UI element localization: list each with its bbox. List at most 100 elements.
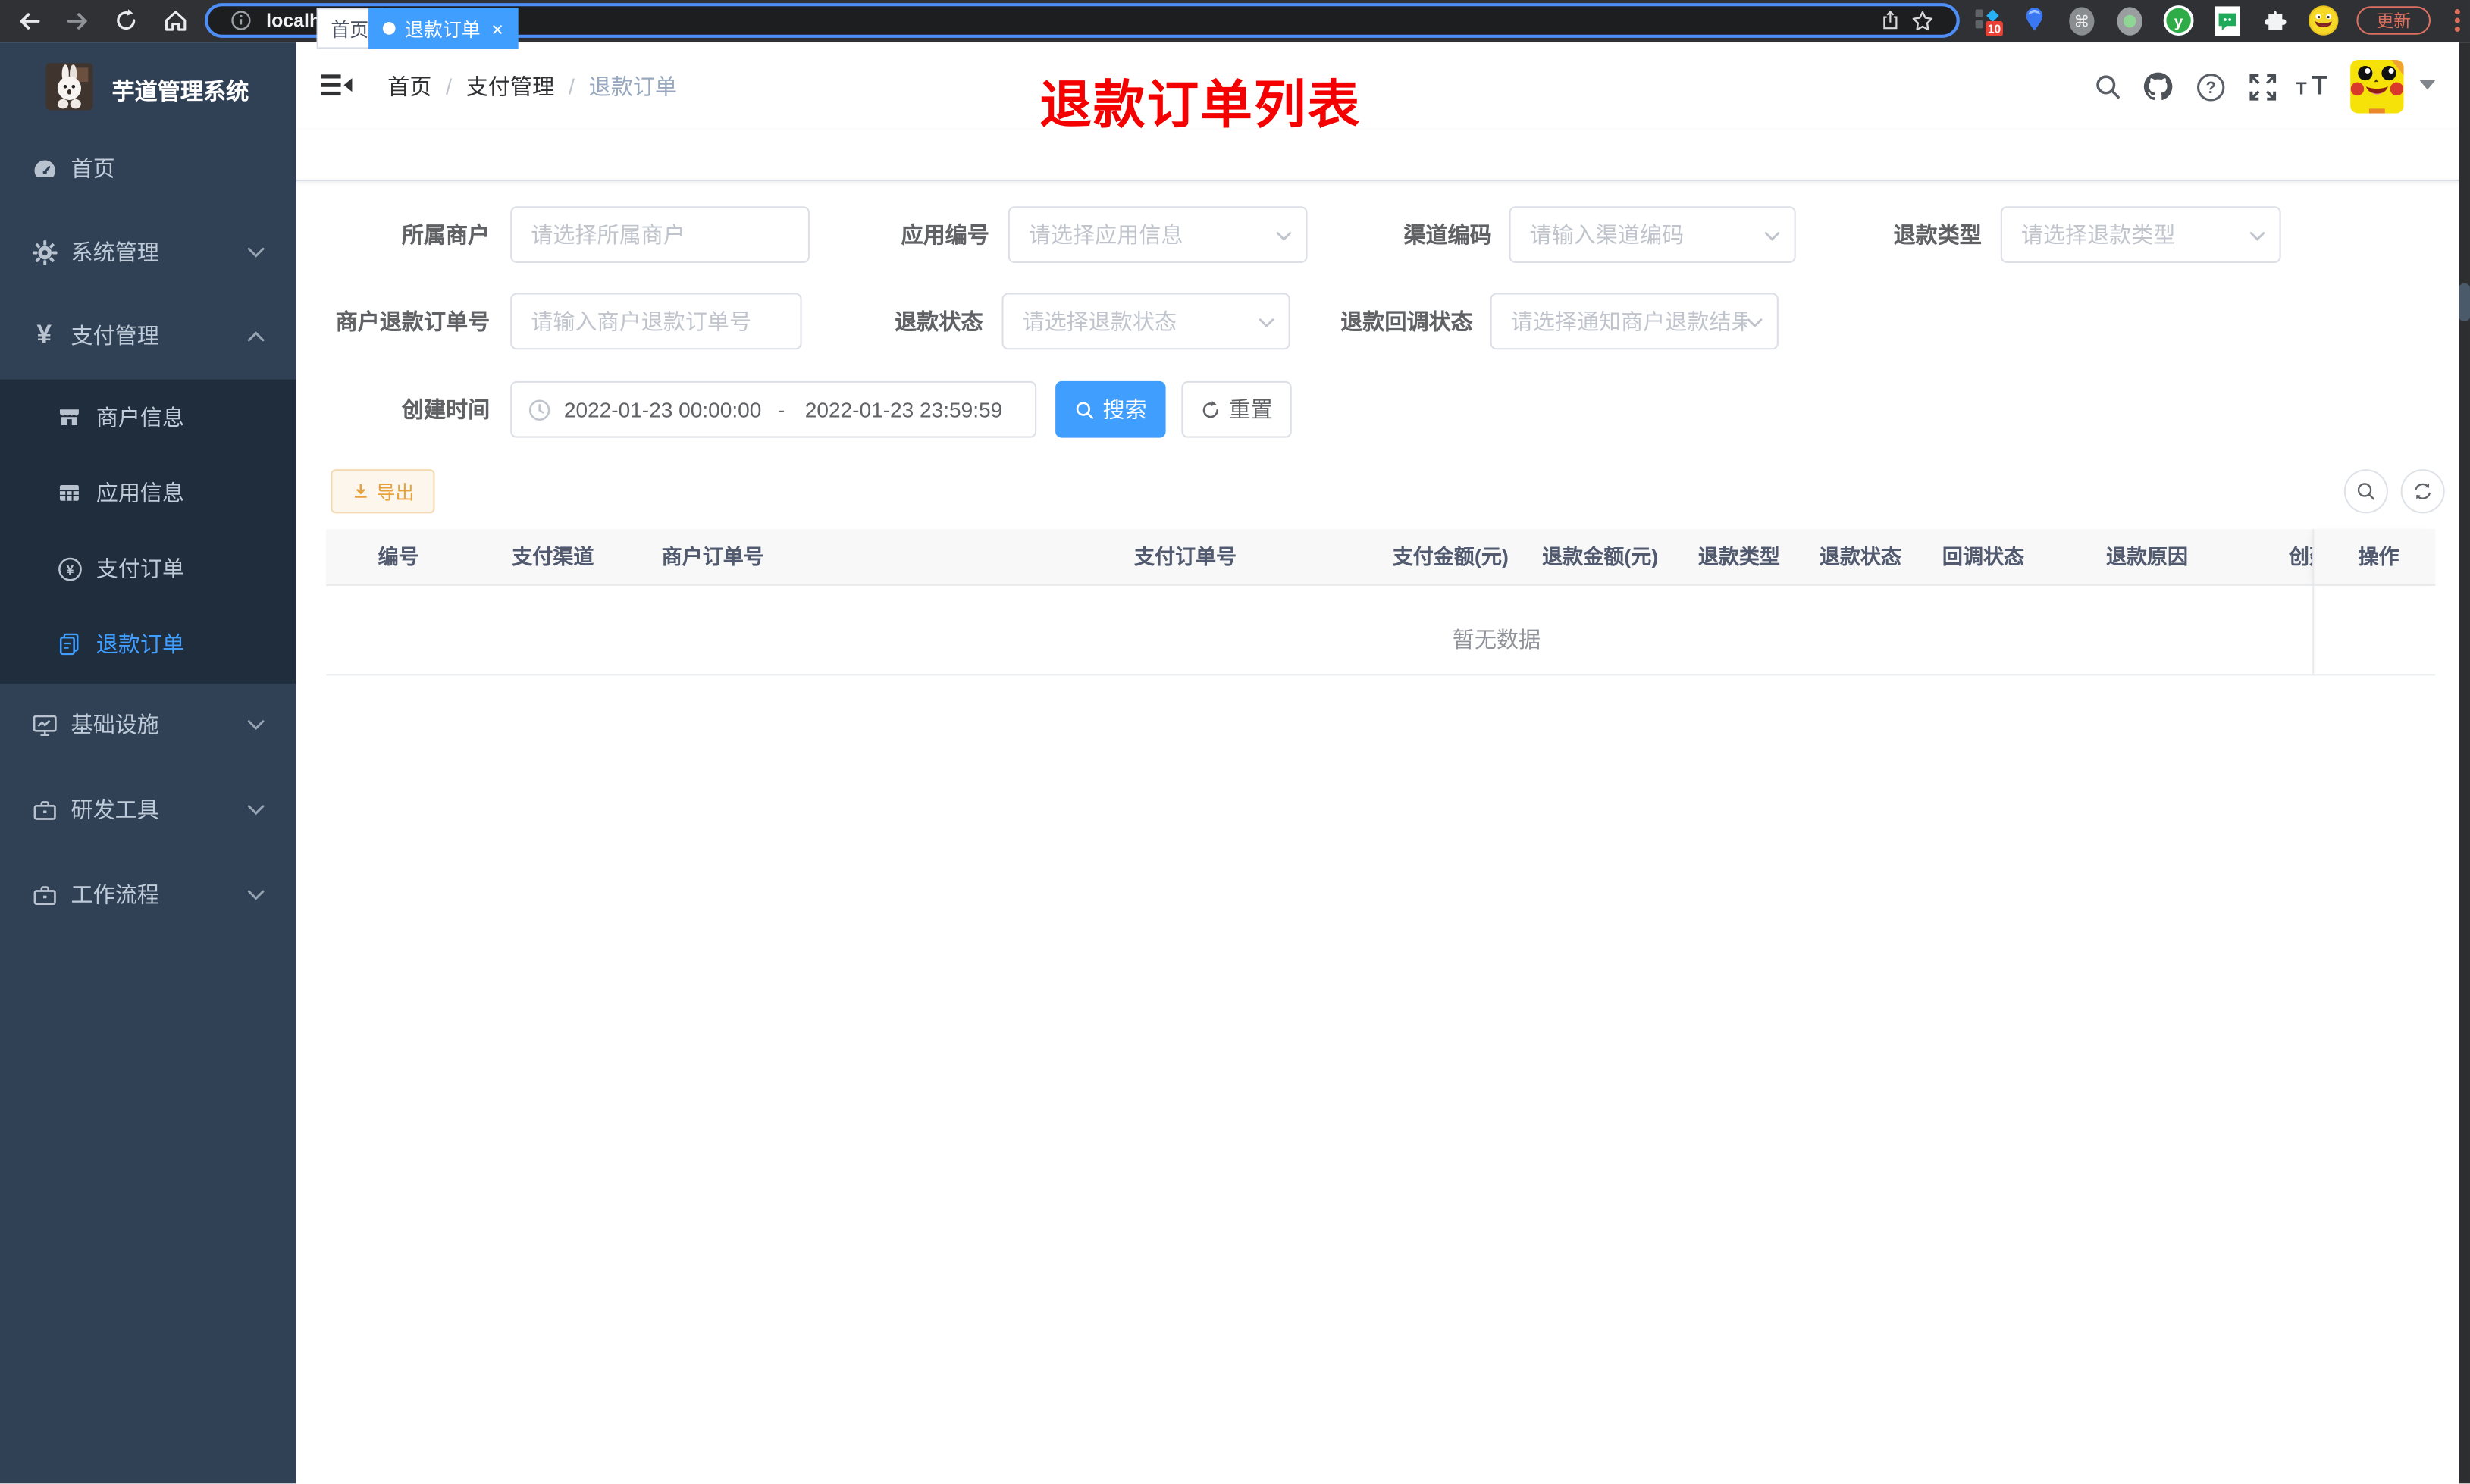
bookmark-star-icon[interactable] [1910,8,1934,32]
sidebar-item-dev-tools[interactable]: 研发工具 [0,765,296,853]
sidebar-item-infra[interactable]: 基础设施 [0,681,296,769]
tags-view-bar [296,129,2470,181]
browser-reload-button[interactable] [110,5,142,36]
chevron-down-icon [247,719,265,731]
grid-table-icon [55,479,83,507]
filter-label-merchant: 所属商户 [401,221,491,248]
header-search-button[interactable] [2090,69,2125,104]
page-title-annotation: 退款订单列表 [1039,75,1362,134]
app-logo-rabbit [45,63,93,111]
question-circle-icon: ? [2195,72,2224,102]
chevron-down-icon [247,246,265,258]
browser-forward-button[interactable] [61,5,93,36]
tab-close-icon[interactable]: × [491,18,503,39]
yen-icon: ¥ [36,319,52,350]
share-icon[interactable] [1879,9,1901,31]
extension-balloon-icon[interactable] [2018,5,2050,36]
extension-chat-icon[interactable] [2211,5,2243,36]
tab-refund-order[interactable]: 退款订单 × [368,8,518,49]
site-info-icon[interactable] [230,9,252,31]
merchant-input[interactable]: 请选择所属商户 [510,206,810,263]
sidebar-item-payment[interactable]: ¥ 支付管理 [0,291,296,379]
tab-label: 退款订单 [404,17,481,40]
user-avatar[interactable] [2350,59,2404,114]
column-header-refund-amount: 退款金额(元) [1542,544,1659,569]
kebab-menu-icon [2454,8,2460,33]
column-header-pay-order-no: 支付订单号 [1134,544,1237,569]
channel-select[interactable]: 请输入渠道编码 [1509,206,1796,263]
search-button[interactable]: 搜索 [1055,380,1166,438]
toggle-search-button[interactable] [2343,469,2388,514]
sidebar: 芋道管理系统 首页 系统管理 ¥ 支付管理 商户信息 应用信息 ¥ 支付订单 退… [0,42,296,1484]
sidebar-item-label: 研发工具 [71,797,159,822]
page-scrollbar-track[interactable] [2459,42,2470,1484]
sidebar-item-label: 退款订单 [96,631,185,657]
sidebar-item-home[interactable]: 首页 [0,124,296,212]
table-empty-row [326,585,2436,676]
font-size-button[interactable]: TT [2293,69,2334,104]
reset-button[interactable]: 重置 [1181,380,1292,438]
fixed-operation-column: 操作 [2314,529,2436,586]
avatar-caret-button[interactable] [2419,80,2436,90]
notify-status-select[interactable]: 请选择通知商户退款结果的 [1490,293,1779,350]
sidebar-item-label: 首页 [71,155,115,181]
extensions-puzzle-icon[interactable] [2259,5,2291,36]
export-button[interactable]: 导出 [331,469,435,514]
question-glyph: ? [2205,77,2215,96]
svg-text:⌘: ⌘ [2073,12,2089,30]
refresh-icon [1200,399,1221,420]
filter-label-app: 应用编号 [901,221,989,248]
active-dot [382,22,396,35]
merchant-refund-no-input[interactable]: 请输入商户退款订单号 [510,293,802,350]
refund-status-select[interactable]: 请选择退款状态 [1001,293,1290,350]
search-icon [1074,399,1095,420]
extension-tag-manager-icon[interactable]: 10 [1972,5,2004,36]
refund-type-select[interactable]: 请选择退款类型 [2000,206,2281,263]
app-select[interactable]: 请选择应用信息 [1008,206,1308,263]
sidebar-item-workflow[interactable]: 工作流程 [0,850,296,938]
create-time-range-picker[interactable]: 2022-01-23 00:00:00 - 2022-01-23 23:59:5… [510,380,1037,438]
sidebar-item-app-info[interactable]: 应用信息 [0,455,296,531]
sidebar-item-refund-order[interactable]: 退款订单 [0,606,296,682]
column-header-refund-status: 退款状态 [1819,544,1901,569]
screen: localhost :1024/pay/refund 10 ⌘ y [0,0,2470,1484]
sidebar-item-label: 商户信息 [96,404,185,430]
range-separator: - [777,397,785,421]
page-scrollbar-thumb[interactable] [2459,283,2470,321]
range-start-value[interactable]: 2022-01-23 00:00:00 [564,398,767,421]
filter-label-refund-type: 退款类型 [1893,221,1982,248]
filter-label-notify-status: 退款回调状态 [1340,308,1473,334]
sidebar-item-system[interactable]: 系统管理 [0,208,296,296]
help-doc-button[interactable]: ? [2193,69,2227,104]
column-header-refund-type: 退款类型 [1697,544,1780,569]
breadcrumb-payment[interactable]: 支付管理 [466,70,554,102]
clock-icon [528,398,551,421]
monitor-chart-icon [30,710,58,738]
collapse-sidebar-button[interactable] [321,71,353,99]
profile-emoji-avatar[interactable] [2308,5,2340,36]
chrome-update-button[interactable]: 更新 [2356,6,2431,35]
filter-label-refund-status: 退款状态 [895,308,983,334]
back-icon [15,7,42,33]
tab-label: 首页 [331,17,369,40]
extension-grey-dot-icon[interactable] [2114,5,2146,36]
range-end-value[interactable]: 2022-01-23 23:59:59 [805,398,1007,421]
extension-y-icon[interactable]: y [2163,5,2195,36]
sidebar-item-merchant-info[interactable]: 商户信息 [0,379,296,456]
browser-menu-button[interactable] [2442,5,2470,36]
github-icon [2142,71,2174,103]
column-header-operation: 操作 [2358,544,2399,569]
github-link-button[interactable] [2141,69,2176,104]
breadcrumb-current: 退款订单 [588,73,677,99]
refresh-list-button[interactable] [2400,469,2445,514]
breadcrumb: 首页 / 支付管理 / 退款订单 [387,42,677,129]
sidebar-item-label: 基础设施 [71,712,159,737]
browser-home-button[interactable] [159,5,191,36]
extension-command-icon[interactable]: ⌘ [2065,5,2097,36]
fullscreen-button[interactable] [2245,69,2280,104]
browser-back-button[interactable] [13,5,45,36]
breadcrumb-home[interactable]: 首页 [387,70,431,102]
chevron-down-icon [1764,231,1780,243]
sidebar-item-pay-order[interactable]: ¥ 支付订单 [0,531,296,606]
gear-icon [30,238,58,266]
